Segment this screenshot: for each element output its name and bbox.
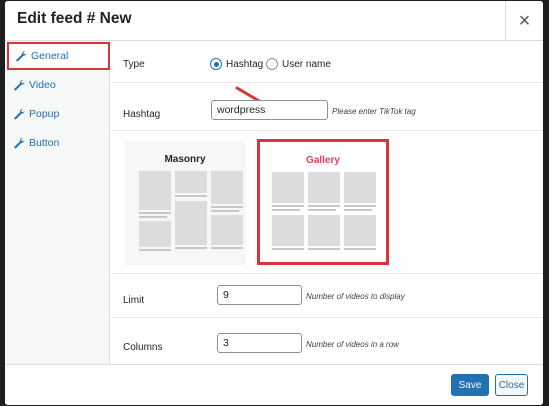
divider: [111, 317, 543, 318]
type-radio-username-label: User name: [282, 59, 331, 70]
wrench-icon: [14, 109, 25, 120]
hashtag-input[interactable]: [211, 100, 328, 120]
thumbnail-placeholder: [211, 171, 243, 204]
edit-feed-modal: Edit feed # New × General Video Popup Bu…: [5, 1, 543, 405]
modal-header: Edit feed # New ×: [5, 1, 543, 41]
thumbnail-placeholder: [308, 215, 340, 246]
thumbnail-placeholder: [139, 221, 171, 247]
text-line: [344, 248, 376, 250]
text-line: [139, 212, 171, 214]
columns-input[interactable]: [217, 333, 302, 353]
wrench-icon: [14, 138, 25, 149]
text-line: [211, 247, 243, 249]
text-line: [175, 247, 207, 249]
layout-option-masonry[interactable]: Masonry: [124, 141, 246, 265]
thumbnail-placeholder: [272, 172, 304, 203]
sidebar-item-general[interactable]: General: [7, 42, 110, 70]
text-line: [139, 216, 167, 218]
wrench-icon: [16, 51, 27, 62]
divider: [111, 82, 543, 83]
limit-label: Limit: [123, 295, 145, 306]
text-line: [139, 249, 171, 251]
text-line: [308, 209, 336, 211]
sidebar-item-label: Button: [29, 137, 60, 149]
columns-label: Columns: [123, 342, 163, 353]
hashtag-label: Hashtag: [123, 109, 161, 120]
hashtag-hint: Please enter TikTok tag: [332, 107, 416, 116]
layout-option-gallery[interactable]: Gallery: [257, 139, 389, 265]
thumbnail-placeholder: [175, 201, 207, 245]
type-radio-username[interactable]: [266, 58, 278, 70]
type-radio-hashtag-label: Hashtag: [226, 59, 264, 70]
text-line: [272, 205, 304, 207]
type-label: Type: [123, 59, 145, 70]
text-line: [272, 248, 304, 250]
layout-option-label: Gallery: [306, 155, 340, 166]
divider: [111, 130, 543, 131]
sidebar-item-label: General: [31, 50, 69, 62]
modal-footer: Save Close: [5, 364, 543, 405]
thumbnail-placeholder: [139, 171, 171, 210]
text-line: [272, 209, 300, 211]
close-icon[interactable]: ×: [505, 1, 543, 41]
limit-hint: Number of videos to display: [306, 292, 405, 301]
limit-input[interactable]: [217, 285, 302, 305]
divider: [111, 273, 543, 274]
layout-option-label: Masonry: [164, 154, 206, 165]
modal-title: Edit feed # New: [17, 10, 132, 27]
thumbnail-placeholder: [175, 171, 207, 193]
sidebar: General Video Popup Button: [5, 41, 110, 365]
text-line: [344, 209, 372, 211]
text-line: [211, 206, 243, 208]
columns-hint: Number of videos in a row: [306, 340, 399, 349]
thumbnail-placeholder: [344, 172, 376, 203]
sidebar-item-label: Popup: [29, 108, 60, 120]
wrench-icon: [14, 80, 25, 91]
type-radio-hashtag[interactable]: [210, 58, 222, 70]
text-line: [175, 195, 207, 197]
text-line: [211, 210, 239, 212]
general-settings-panel: Type Hashtag User name Hashtag Please en…: [111, 42, 543, 364]
thumbnail-placeholder: [308, 172, 340, 203]
thumbnail-placeholder: [272, 215, 304, 246]
text-line: [308, 205, 340, 207]
text-line: [344, 205, 376, 207]
close-button[interactable]: Close: [495, 374, 528, 396]
save-button[interactable]: Save: [451, 374, 489, 396]
text-line: [308, 248, 340, 250]
sidebar-item-button[interactable]: Button: [7, 129, 110, 157]
thumbnail-placeholder: [211, 215, 243, 245]
sidebar-item-label: Video: [29, 79, 56, 91]
sidebar-item-video[interactable]: Video: [7, 71, 110, 99]
thumbnail-placeholder: [344, 215, 376, 246]
sidebar-item-popup[interactable]: Popup: [7, 100, 110, 128]
